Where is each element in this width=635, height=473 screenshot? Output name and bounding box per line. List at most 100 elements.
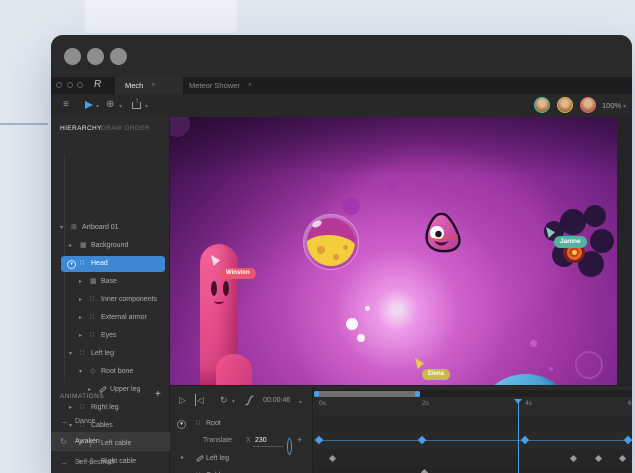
keyframe-diamond[interactable] bbox=[315, 436, 323, 444]
add-animation-button[interactable]: + bbox=[155, 389, 161, 400]
editor-dot-2-icon[interactable] bbox=[67, 82, 73, 88]
ruler-label: 6s bbox=[628, 400, 632, 407]
item-label: Eyes bbox=[101, 327, 117, 345]
expander-icon[interactable]: ▾ bbox=[79, 363, 82, 381]
export-arrow-icon: ↑ bbox=[135, 97, 139, 105]
editor-dot-3-icon[interactable] bbox=[77, 82, 83, 88]
pink-blob bbox=[216, 354, 252, 385]
window-control-close[interactable] bbox=[64, 48, 81, 65]
select-tool-chevron-icon[interactable]: ▾ bbox=[96, 103, 99, 110]
keyframe-diamond[interactable] bbox=[570, 454, 577, 461]
expander-icon[interactable]: ▾ bbox=[67, 260, 76, 269]
expander-icon[interactable]: ▾ bbox=[177, 420, 186, 429]
keyframe-diamond[interactable] bbox=[619, 454, 626, 461]
expander-icon[interactable]: ▸ bbox=[79, 327, 82, 345]
group-icon: ∷ bbox=[80, 345, 84, 363]
hierarchy-item-root-bone[interactable]: ▾◇Root bone bbox=[51, 363, 170, 381]
add-tool-chevron-icon[interactable]: ▾ bbox=[119, 103, 122, 110]
item-label: Artboard 01 bbox=[82, 219, 119, 237]
tab-close-icon[interactable]: × bbox=[248, 82, 252, 89]
playhead-line[interactable] bbox=[518, 399, 519, 473]
rive-logo-icon: R bbox=[93, 79, 109, 90]
keyframe-diamond[interactable] bbox=[418, 436, 426, 444]
zoom-chevron-icon[interactable]: ▾ bbox=[623, 103, 626, 110]
expander-icon[interactable]: ▸ bbox=[79, 453, 82, 471]
cursor-label-janine: Janine bbox=[554, 236, 587, 248]
loop-mode-button[interactable]: ↻ bbox=[220, 394, 228, 406]
zoom-level[interactable]: 100% bbox=[602, 101, 621, 110]
track-translate[interactable]: TranslateX+ bbox=[170, 432, 312, 449]
tab-close-icon[interactable]: × bbox=[151, 82, 155, 89]
interpolation-button[interactable] bbox=[244, 395, 255, 406]
keyframe-diamond[interactable] bbox=[624, 436, 632, 444]
hierarchy-item-eyes[interactable]: ▸∷Eyes bbox=[51, 327, 170, 345]
expander-icon[interactable]: ▾ bbox=[69, 345, 72, 363]
hierarchy-item-external-armor[interactable]: ▸∷External armor bbox=[51, 309, 170, 327]
loop-icon: ↻ bbox=[60, 432, 67, 451]
hierarchy-item-head[interactable]: ▾∷Head bbox=[51, 255, 170, 273]
timeline-scrollbar-thumb[interactable] bbox=[314, 391, 420, 397]
keyframe-diamond[interactable] bbox=[521, 436, 529, 444]
current-time[interactable]: 00:00:46 bbox=[263, 397, 290, 404]
select-tool-icon[interactable] bbox=[85, 101, 93, 109]
tab-meteor-shower[interactable]: Meteor Shower × bbox=[189, 77, 255, 94]
window-titlebar bbox=[51, 35, 632, 77]
image-icon: ▦ bbox=[80, 237, 87, 255]
expander-icon[interactable]: ▸ bbox=[181, 450, 184, 467]
hierarchy-item-left-leg[interactable]: ▾∷Left leg bbox=[51, 345, 170, 363]
path-icon: ∫ bbox=[90, 435, 92, 453]
translate-x-input[interactable] bbox=[253, 434, 283, 447]
collaborator-avatar-2[interactable] bbox=[557, 97, 573, 113]
expander-icon[interactable]: ▸ bbox=[79, 273, 82, 291]
worm-smile bbox=[214, 298, 224, 304]
bone-root-icon: ◇ bbox=[90, 363, 95, 381]
expander-icon[interactable]: ▸ bbox=[181, 467, 184, 473]
expander-icon[interactable]: ▾ bbox=[60, 219, 63, 237]
time-chevron-icon[interactable]: ▾ bbox=[299, 399, 302, 406]
keyframe-area[interactable]: 0s2s4s6s bbox=[312, 386, 632, 473]
add-tool-icon[interactable]: ⊕ bbox=[106, 99, 114, 111]
bubble-decor bbox=[346, 318, 358, 330]
keyframe-diamond[interactable] bbox=[421, 468, 428, 473]
expander-icon[interactable]: ▸ bbox=[69, 399, 72, 417]
expander-icon[interactable]: ▸ bbox=[79, 309, 82, 327]
tab-draw-order[interactable]: DRAW ORDER bbox=[101, 125, 150, 132]
keyframe-connector-line bbox=[319, 440, 632, 441]
tab-mech[interactable]: Mech × bbox=[115, 77, 183, 94]
window-control-zoom[interactable] bbox=[110, 48, 127, 65]
window-control-minimize[interactable] bbox=[87, 48, 104, 65]
export-chevron-icon[interactable]: ▾ bbox=[145, 103, 148, 110]
item-label: Left leg bbox=[206, 450, 229, 467]
hierarchy-item-base[interactable]: ▸▦Base bbox=[51, 273, 170, 291]
goo-spot bbox=[343, 245, 348, 250]
item-label: Upper leg bbox=[110, 381, 140, 399]
keyframe-diamond[interactable] bbox=[595, 454, 602, 461]
worm-eye bbox=[223, 281, 229, 296]
menu-icon[interactable]: ≡ bbox=[63, 99, 69, 111]
collaborator-avatar-1[interactable] bbox=[534, 97, 550, 113]
collaborator-avatar-3[interactable] bbox=[580, 97, 596, 113]
bubble-decor bbox=[357, 334, 365, 342]
scrollbar-cap-left[interactable] bbox=[314, 391, 319, 397]
track-root[interactable]: ▾∷Root bbox=[170, 415, 312, 432]
tab-hierarchy[interactable]: HIERARCHY bbox=[60, 125, 102, 132]
add-key-button[interactable]: + bbox=[297, 432, 302, 449]
hierarchy-item-inner-components[interactable]: ▸∷Inner components bbox=[51, 291, 170, 309]
loop-chevron-icon[interactable]: ▾ bbox=[232, 398, 235, 405]
keyframe-diamond[interactable] bbox=[329, 454, 336, 461]
hierarchy-item-background[interactable]: ▸▦Background bbox=[51, 237, 170, 255]
track-left-leg[interactable]: ▸ Left leg bbox=[170, 450, 312, 467]
track-cables[interactable]: ▸∷Cables bbox=[170, 467, 312, 473]
hierarchy-item-artboard-01[interactable]: ▾⊞Artboard 01 bbox=[51, 219, 170, 237]
expander-icon[interactable]: ▾ bbox=[69, 417, 72, 435]
play-button[interactable]: ▷ bbox=[179, 394, 186, 406]
scrollbar-cap-right[interactable] bbox=[415, 391, 420, 397]
canvas[interactable]: Winston Janine Elena bbox=[170, 117, 617, 385]
expander-icon[interactable]: ▸ bbox=[79, 435, 82, 453]
expander-icon[interactable]: ▸ bbox=[88, 381, 91, 399]
cursor-label-elena: Elena bbox=[422, 369, 450, 380]
expander-icon[interactable]: ▸ bbox=[79, 291, 82, 309]
expander-icon[interactable]: ▸ bbox=[69, 237, 72, 255]
editor-dot-1-icon[interactable] bbox=[56, 82, 62, 88]
skip-to-start-button[interactable]: ◁ bbox=[195, 394, 204, 406]
